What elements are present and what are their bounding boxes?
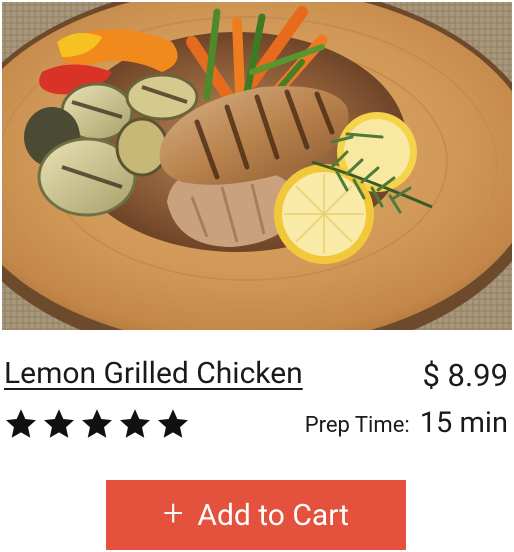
star-icon [6,409,36,438]
star-icon [120,409,150,438]
product-card: Lemon Grilled Chicken $ 8.99 Prep Time: 1… [0,0,514,552]
star-icon [44,409,74,438]
star-icon [82,409,112,438]
prep-time-label: Prep Time: [304,413,410,438]
product-price: $ 8.99 [422,357,508,394]
star-rating [3,404,191,448]
add-to-cart-button[interactable]: + Add to Cart [106,480,406,550]
product-title[interactable]: Lemon Grilled Chicken [4,354,303,394]
star-icon [158,409,188,438]
add-to-cart-label: Add to Cart [197,497,349,533]
plus-icon: + [163,492,184,534]
food-photo[interactable] [2,2,512,330]
prep-time: Prep Time: 15 min [305,406,508,440]
prep-time-value: 15 min [419,406,508,440]
food-photo-illustration [2,2,512,330]
